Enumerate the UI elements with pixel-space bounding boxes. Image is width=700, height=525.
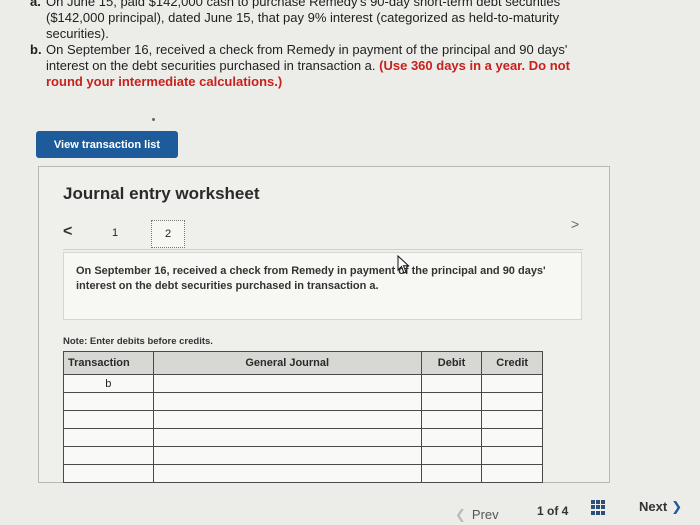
prev-label: Prev [471, 507, 499, 522]
chevron-right-icon[interactable]: > [571, 216, 579, 232]
journal-header-row: Transaction General Journal Debit Credit [63, 351, 543, 375]
problem-item-a-text: On June 15, paid $142,000 cash to purcha… [46, 0, 561, 41]
next-button[interactable]: Next ❯ [639, 499, 682, 515]
debit-cell[interactable] [420, 374, 483, 393]
problem-item-b-label: b. [30, 42, 42, 57]
credit-cell[interactable] [481, 446, 543, 465]
table-row [63, 392, 543, 411]
general-journal-cell[interactable] [152, 392, 422, 411]
credit-cell[interactable] [481, 428, 543, 447]
header-transaction: Transaction [63, 351, 154, 375]
debit-cell[interactable] [420, 392, 483, 411]
general-journal-cell[interactable] [152, 410, 422, 429]
credit-cell[interactable] [481, 392, 543, 411]
table-row [63, 464, 543, 483]
problem-item-a: a. On June 15, paid $142,000 cash to pur… [28, 0, 588, 42]
journal-entry-worksheet: Journal entry worksheet < 1 2 > On Septe… [38, 166, 610, 483]
transaction-cell [63, 428, 154, 447]
journal-table: Transaction General Journal Debit Credit… [63, 351, 543, 483]
chevron-left-icon: ❮ [455, 507, 466, 522]
mouse-pointer-icon [397, 255, 410, 274]
transaction-description: On September 16, received a check from R… [76, 265, 546, 292]
transaction-cell [63, 464, 154, 483]
table-row [63, 446, 543, 465]
transaction-cell [63, 410, 154, 429]
tab-2[interactable]: 2 [151, 220, 185, 248]
debit-cell[interactable] [420, 446, 483, 465]
debit-cell[interactable] [420, 428, 483, 447]
header-debit: Debit [420, 351, 483, 375]
chevron-right-icon: ❯ [671, 499, 683, 514]
table-row: b [63, 374, 543, 393]
transaction-cell [63, 446, 154, 465]
next-label: Next [639, 499, 668, 514]
credit-cell[interactable] [481, 410, 543, 429]
grid-icon[interactable] [591, 500, 606, 515]
worksheet-title: Journal entry worksheet [63, 184, 260, 203]
debit-cell[interactable] [420, 410, 483, 429]
general-journal-cell[interactable] [152, 464, 422, 483]
credit-cell[interactable] [481, 374, 543, 393]
transaction-cell: b [63, 374, 154, 393]
tab-divider [63, 249, 583, 250]
decorative-dot [152, 118, 155, 121]
general-journal-cell[interactable] [152, 428, 422, 447]
problem-item-b: b. On September 16, received a check fro… [28, 42, 588, 90]
chevron-left-icon[interactable]: < [63, 223, 72, 241]
table-row [63, 410, 543, 429]
general-journal-cell[interactable] [152, 446, 422, 465]
transaction-cell [63, 392, 154, 411]
credit-cell[interactable] [481, 464, 543, 483]
header-general-journal: General Journal [152, 351, 422, 375]
problem-statement: a. On June 15, paid $142,000 cash to pur… [28, 0, 588, 90]
general-journal-cell[interactable] [152, 374, 422, 393]
prev-button[interactable]: ❮ Prev [455, 507, 499, 523]
problem-item-a-label: a. [30, 0, 41, 9]
tab-1[interactable]: 1 [105, 223, 125, 243]
header-credit: Credit [481, 351, 543, 375]
table-row [63, 428, 543, 447]
view-transaction-list-button[interactable]: View transaction list [36, 131, 178, 158]
page-count: 1 of 4 [537, 504, 569, 518]
debit-cell[interactable] [420, 464, 483, 483]
transaction-description-box: On September 16, received a check from R… [63, 252, 582, 320]
entry-note: Note: Enter debits before credits. [63, 336, 213, 347]
